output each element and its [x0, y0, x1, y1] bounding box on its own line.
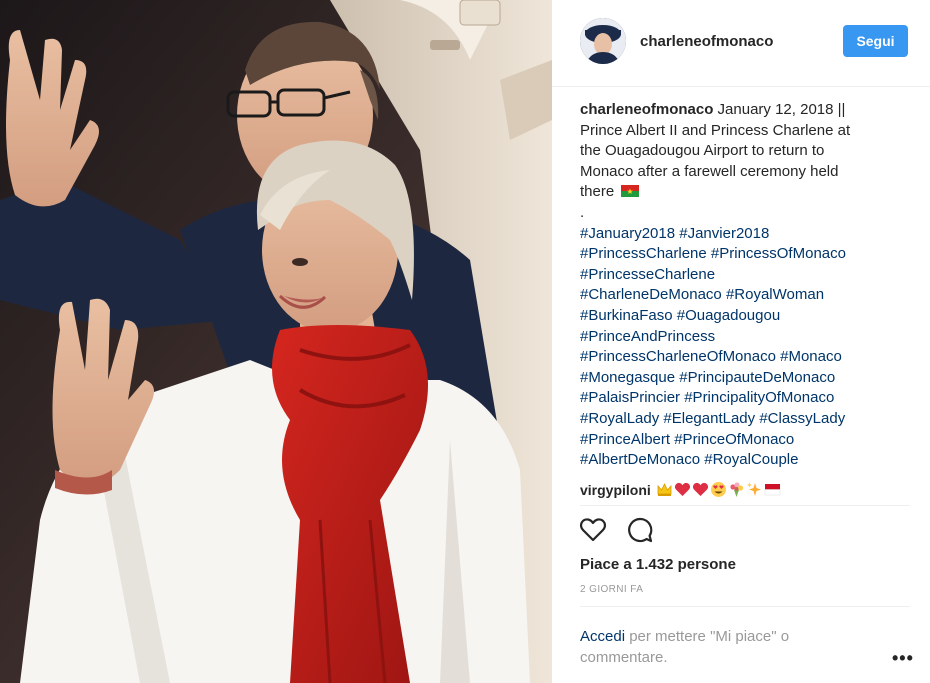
- caption-dot: .: [580, 203, 585, 221]
- hashtag-link[interactable]: #Janvier2018: [679, 225, 769, 242]
- red-heart-emoji: [692, 482, 708, 496]
- hashtag-link[interactable]: #BurkinaFaso: [580, 307, 673, 324]
- post-author-username[interactable]: charleneofmonaco: [640, 33, 773, 50]
- crown-emoji: [657, 483, 672, 496]
- hashtag-link[interactable]: #PrincipauteDeMonaco: [679, 369, 835, 386]
- hashtag-link[interactable]: #AlbertDeMonaco: [580, 451, 700, 468]
- comment-emojis: [655, 482, 781, 498]
- hashtag-link[interactable]: #PrincesseCharlene: [580, 266, 715, 283]
- photo-illustration: [0, 0, 552, 683]
- bouquet-emoji: [730, 482, 743, 497]
- hashtag-line: #January2018 #Janvier2018: [580, 224, 900, 245]
- hashtag-link[interactable]: #PrincipalityOfMonaco: [684, 389, 834, 406]
- like-heart-icon[interactable]: [579, 516, 607, 544]
- post-caption: charleneofmonaco January 12, 2018 || Pri…: [580, 100, 900, 471]
- hashtag-link[interactable]: #RoyalCouple: [704, 451, 798, 468]
- hashtag-line: #AlbertDeMonaco #RoyalCouple: [580, 450, 900, 471]
- comment-bubble-icon[interactable]: [626, 516, 654, 544]
- hashtag-link[interactable]: #Monegasque: [580, 369, 675, 386]
- hashtag-link[interactable]: #PrincessCharlene: [580, 245, 707, 262]
- hashtag-line: #BurkinaFaso #Ouagadougou: [580, 306, 900, 327]
- hashtag-link[interactable]: #January2018: [580, 225, 675, 242]
- avatar-image: [580, 18, 626, 64]
- divider: [580, 505, 910, 506]
- caption-text-line-3: the Ouagadougou Airport to return to: [580, 142, 825, 160]
- hashtag-link[interactable]: #Monaco: [780, 348, 842, 365]
- red-heart-emoji: [674, 482, 690, 496]
- hashtag-link[interactable]: #PrinceAndPrincess: [580, 328, 715, 345]
- hashtag-link[interactable]: #PrinceOfMonaco: [674, 431, 794, 448]
- hashtag-link[interactable]: #PrincessCharleneOfMonaco: [580, 348, 776, 365]
- hashtag-link[interactable]: #PrinceAlbert: [580, 431, 670, 448]
- post-timestamp[interactable]: 2 GIORNI FA: [580, 584, 643, 595]
- avatar[interactable]: [580, 18, 626, 64]
- post-header: charleneofmonaco Segui: [552, 0, 930, 87]
- caption-text-line-2: Prince Albert II and Princess Charlene a…: [580, 121, 851, 139]
- hashtag-link[interactable]: #RoyalLady: [580, 410, 659, 427]
- heart-eyes-emoji: [710, 482, 726, 497]
- login-prompt: Accedi per mettere "Mi piace" o commenta…: [580, 626, 840, 668]
- caption-text-line-5: there: [580, 183, 615, 201]
- hashtag-line: #PalaisPrincier #PrincipalityOfMonaco: [580, 388, 900, 409]
- likes-count[interactable]: Piace a 1.432 persone: [580, 556, 736, 573]
- more-options-button[interactable]: •••: [892, 648, 914, 669]
- hashtag-line: #Monegasque #PrincipauteDeMonaco: [580, 368, 900, 389]
- caption-text-line-4: Monaco after a farewell ceremony held: [580, 162, 839, 180]
- post-photo[interactable]: [0, 0, 552, 683]
- login-link[interactable]: Accedi: [580, 628, 625, 645]
- hashtag-line: #PrinceAndPrincess: [580, 327, 900, 348]
- hashtag-line: #PrincesseCharlene: [580, 265, 900, 286]
- comment-row: virgypiloni: [580, 481, 781, 498]
- post-side-panel: charleneofmonaco Segui charleneofmonaco …: [552, 0, 930, 683]
- sparkles-emoji: [746, 482, 761, 496]
- hashtag-link[interactable]: #PalaisPrincier: [580, 389, 680, 406]
- hashtag-line: #PrinceAlbert #PrinceOfMonaco: [580, 430, 900, 451]
- hashtag-link[interactable]: #ElegantLady: [663, 410, 755, 427]
- hashtag-link[interactable]: #RoyalWoman: [726, 286, 824, 303]
- monaco-flag-emoji: [764, 484, 780, 496]
- hashtag-line: #RoyalLady #ElegantLady #ClassyLady: [580, 409, 900, 430]
- comment-username[interactable]: virgypiloni: [580, 482, 651, 498]
- hashtag-link[interactable]: #CharleneDeMonaco: [580, 286, 722, 303]
- caption-text-line-1: January 12, 2018 ||: [717, 101, 846, 118]
- divider: [580, 606, 910, 607]
- hashtag-link[interactable]: #ClassyLady: [759, 410, 845, 427]
- hashtag-link[interactable]: #Ouagadougou: [677, 307, 780, 324]
- burkina-faso-flag-emoji: [621, 185, 640, 198]
- hashtag-list: #January2018 #Janvier2018 #PrincessCharle…: [580, 224, 900, 471]
- caption-username[interactable]: charleneofmonaco: [580, 101, 713, 118]
- hashtag-line: #CharleneDeMonaco #RoyalWoman: [580, 285, 900, 306]
- hashtag-link[interactable]: #PrincessOfMonaco: [711, 245, 846, 262]
- follow-button[interactable]: Segui: [843, 25, 908, 57]
- hashtag-line: #PrincessCharleneOfMonaco #Monaco: [580, 347, 900, 368]
- hashtag-line: #PrincessCharlene #PrincessOfMonaco: [580, 244, 900, 265]
